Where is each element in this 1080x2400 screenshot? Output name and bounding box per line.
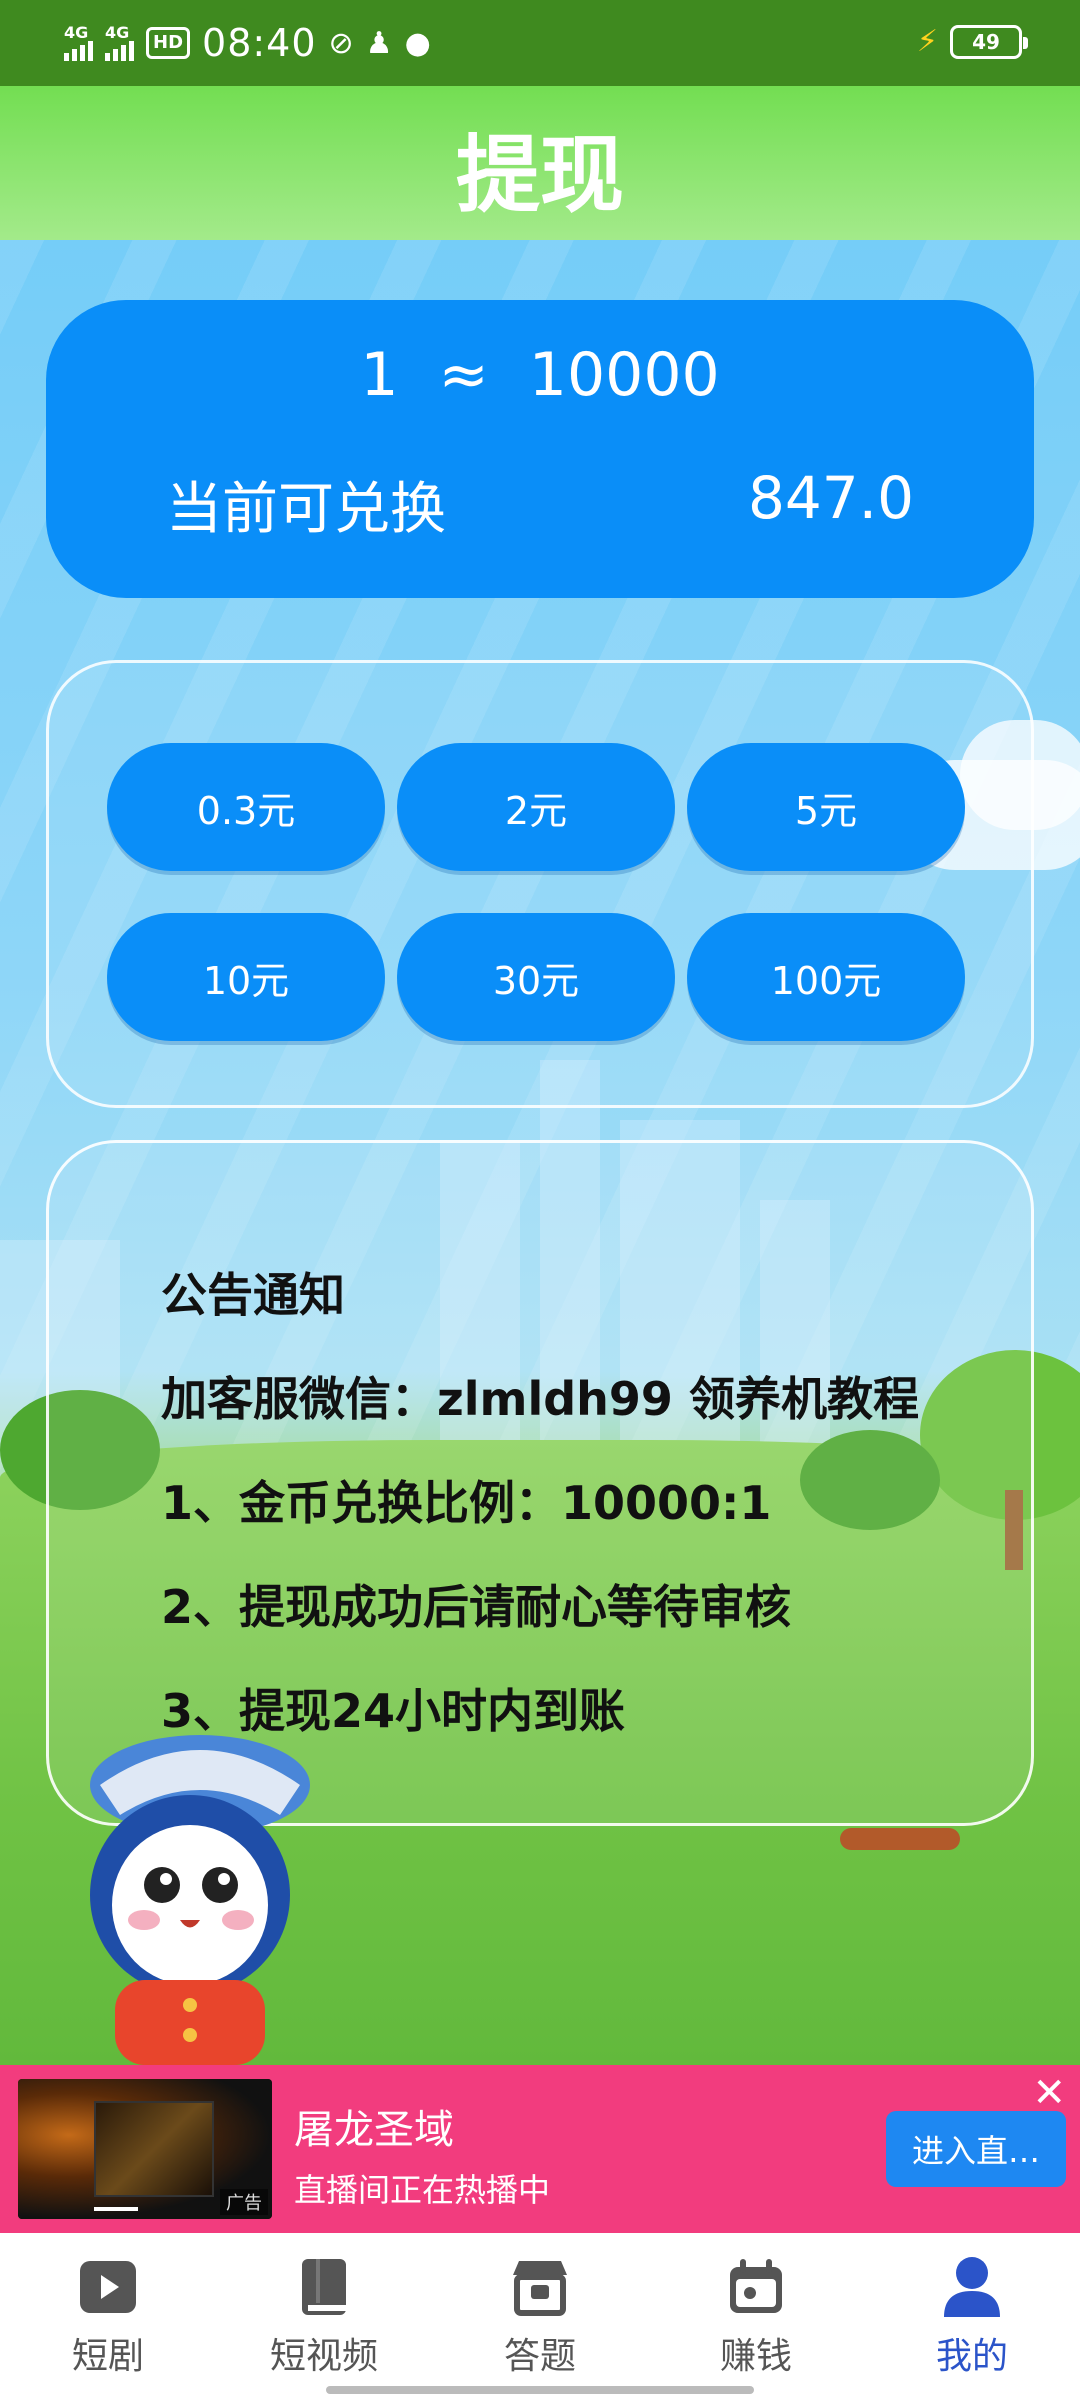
clock: 08:40 (202, 21, 317, 65)
amount-button-0.3[interactable]: 0.3元 (107, 743, 385, 871)
hd-badge: HD (146, 27, 191, 59)
book-icon (292, 2255, 356, 2319)
bottom-navigation: 短剧 短视频 答题 赚钱 我的 (0, 2233, 1080, 2400)
qq-icon: ♟ (365, 25, 393, 61)
nav-item-mine[interactable]: 我的 (892, 2255, 1052, 2385)
store-icon (508, 2255, 572, 2319)
battery-icon: 49 (950, 24, 1028, 59)
notice-line: 1、金币兑换比例：10000:1 (161, 1476, 772, 1530)
amount-options-panel: 0.3元 2元 5元 10元 30元 100元 (46, 660, 1034, 1108)
enter-live-button[interactable]: 进入直… (886, 2111, 1066, 2187)
close-icon[interactable]: ✕ (1032, 2073, 1066, 2113)
nav-item-short-video[interactable]: 短视频 (244, 2255, 404, 2385)
app-header: 提现 (0, 86, 1080, 240)
ad-tag: 广告 (220, 2189, 268, 2215)
exchange-rate-card: 1 ≈10000 当前可兑换 847.0 (46, 300, 1034, 598)
home-indicator[interactable] (326, 2386, 754, 2394)
leaf-icon: ⊘ (328, 25, 354, 61)
charging-icon: ⚡ (916, 24, 938, 59)
amount-button-30[interactable]: 30元 (397, 913, 675, 1041)
signal-icon: 4G (64, 23, 93, 61)
amount-button-100[interactable]: 100元 (687, 913, 965, 1041)
amount-button-2[interactable]: 2元 (397, 743, 675, 871)
available-value: 847.0 (747, 464, 914, 532)
amount-button-10[interactable]: 10元 (107, 913, 385, 1041)
notice-line: 加客服微信：zlmldh99 领养机教程 (161, 1372, 919, 1426)
nav-item-earn[interactable]: 赚钱 (676, 2255, 836, 2385)
message-icon: ● (404, 25, 431, 61)
ad-title: 屠龙圣域 (294, 2107, 454, 2153)
notice-panel: 公告通知 加客服微信：zlmldh99 领养机教程 1、金币兑换比例：10000… (46, 1140, 1034, 1826)
user-icon (940, 2255, 1004, 2319)
nav-item-quiz[interactable]: 答题 (460, 2255, 620, 2385)
page-title: 提现 (455, 126, 624, 224)
ad-banner[interactable]: 广告 屠龙圣域 直播间正在热播中 ✕ 进入直… (0, 2065, 1080, 2233)
play-icon (76, 2255, 140, 2319)
ad-subtitle: 直播间正在热播中 (294, 2171, 551, 2209)
amount-button-5[interactable]: 5元 (687, 743, 965, 871)
ad-thumbnail[interactable]: 广告 (18, 2079, 272, 2219)
notice-line: 2、提现成功后请耐心等待审核 (161, 1580, 792, 1634)
status-bar: 4G 4G HD 08:40 ⊘ ♟ ● ⚡ 49 (0, 0, 1080, 86)
nav-item-short-drama[interactable]: 短剧 (28, 2255, 188, 2385)
exchange-rate: 1 ≈10000 (360, 340, 720, 410)
calendar-icon (724, 2255, 788, 2319)
notice-title: 公告通知 (161, 1268, 345, 1322)
mascot-illustration (90, 1735, 310, 2065)
available-label: 当前可兑换 (166, 477, 446, 542)
signal-icon: 4G (105, 23, 134, 61)
